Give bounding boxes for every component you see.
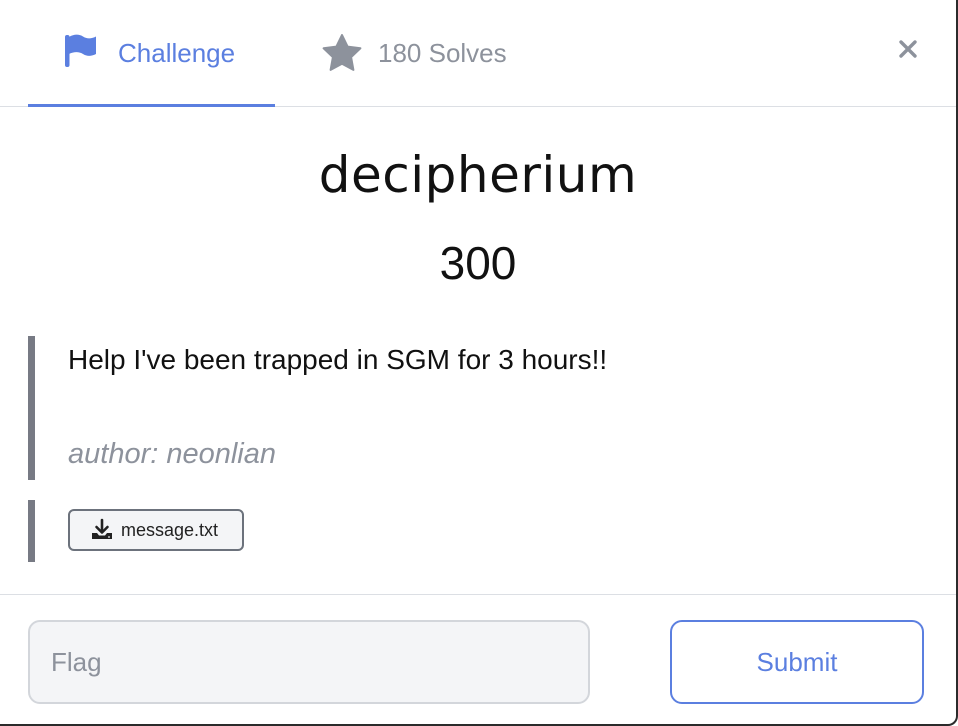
submit-button[interactable]: Submit bbox=[670, 620, 924, 704]
tab-challenge[interactable]: Challenge bbox=[28, 0, 275, 107]
flag-icon bbox=[62, 33, 98, 69]
file-name: message.txt bbox=[121, 519, 219, 540]
description-author: author: neonlian bbox=[68, 438, 276, 470]
flag-input[interactable] bbox=[28, 620, 590, 704]
active-tab-indicator bbox=[28, 104, 275, 107]
challenge-description: Help I've been trapped in SGM for 3 hour… bbox=[28, 336, 915, 480]
challenge-points: 300 bbox=[439, 237, 517, 289]
tab-challenge-label: Challenge bbox=[118, 37, 236, 68]
footer-divider bbox=[0, 594, 956, 595]
challenge-modal: Challenge 180 Solves decipherium 300 Hel… bbox=[0, 0, 958, 726]
star-icon bbox=[322, 34, 362, 71]
download-icon bbox=[90, 518, 114, 542]
description-text: Help I've been trapped in SGM for 3 hour… bbox=[68, 344, 608, 375]
tab-solves-label: 180 Solves bbox=[378, 37, 507, 68]
close-icon bbox=[893, 40, 923, 68]
challenge-title: decipherium bbox=[318, 146, 638, 204]
file-download-button[interactable]: message.txt bbox=[68, 509, 244, 551]
close-button[interactable] bbox=[893, 34, 923, 64]
tab-bar: Challenge 180 Solves bbox=[0, 0, 956, 107]
tab-solves[interactable]: 180 Solves bbox=[322, 0, 507, 106]
challenge-files: message.txt bbox=[28, 500, 915, 562]
